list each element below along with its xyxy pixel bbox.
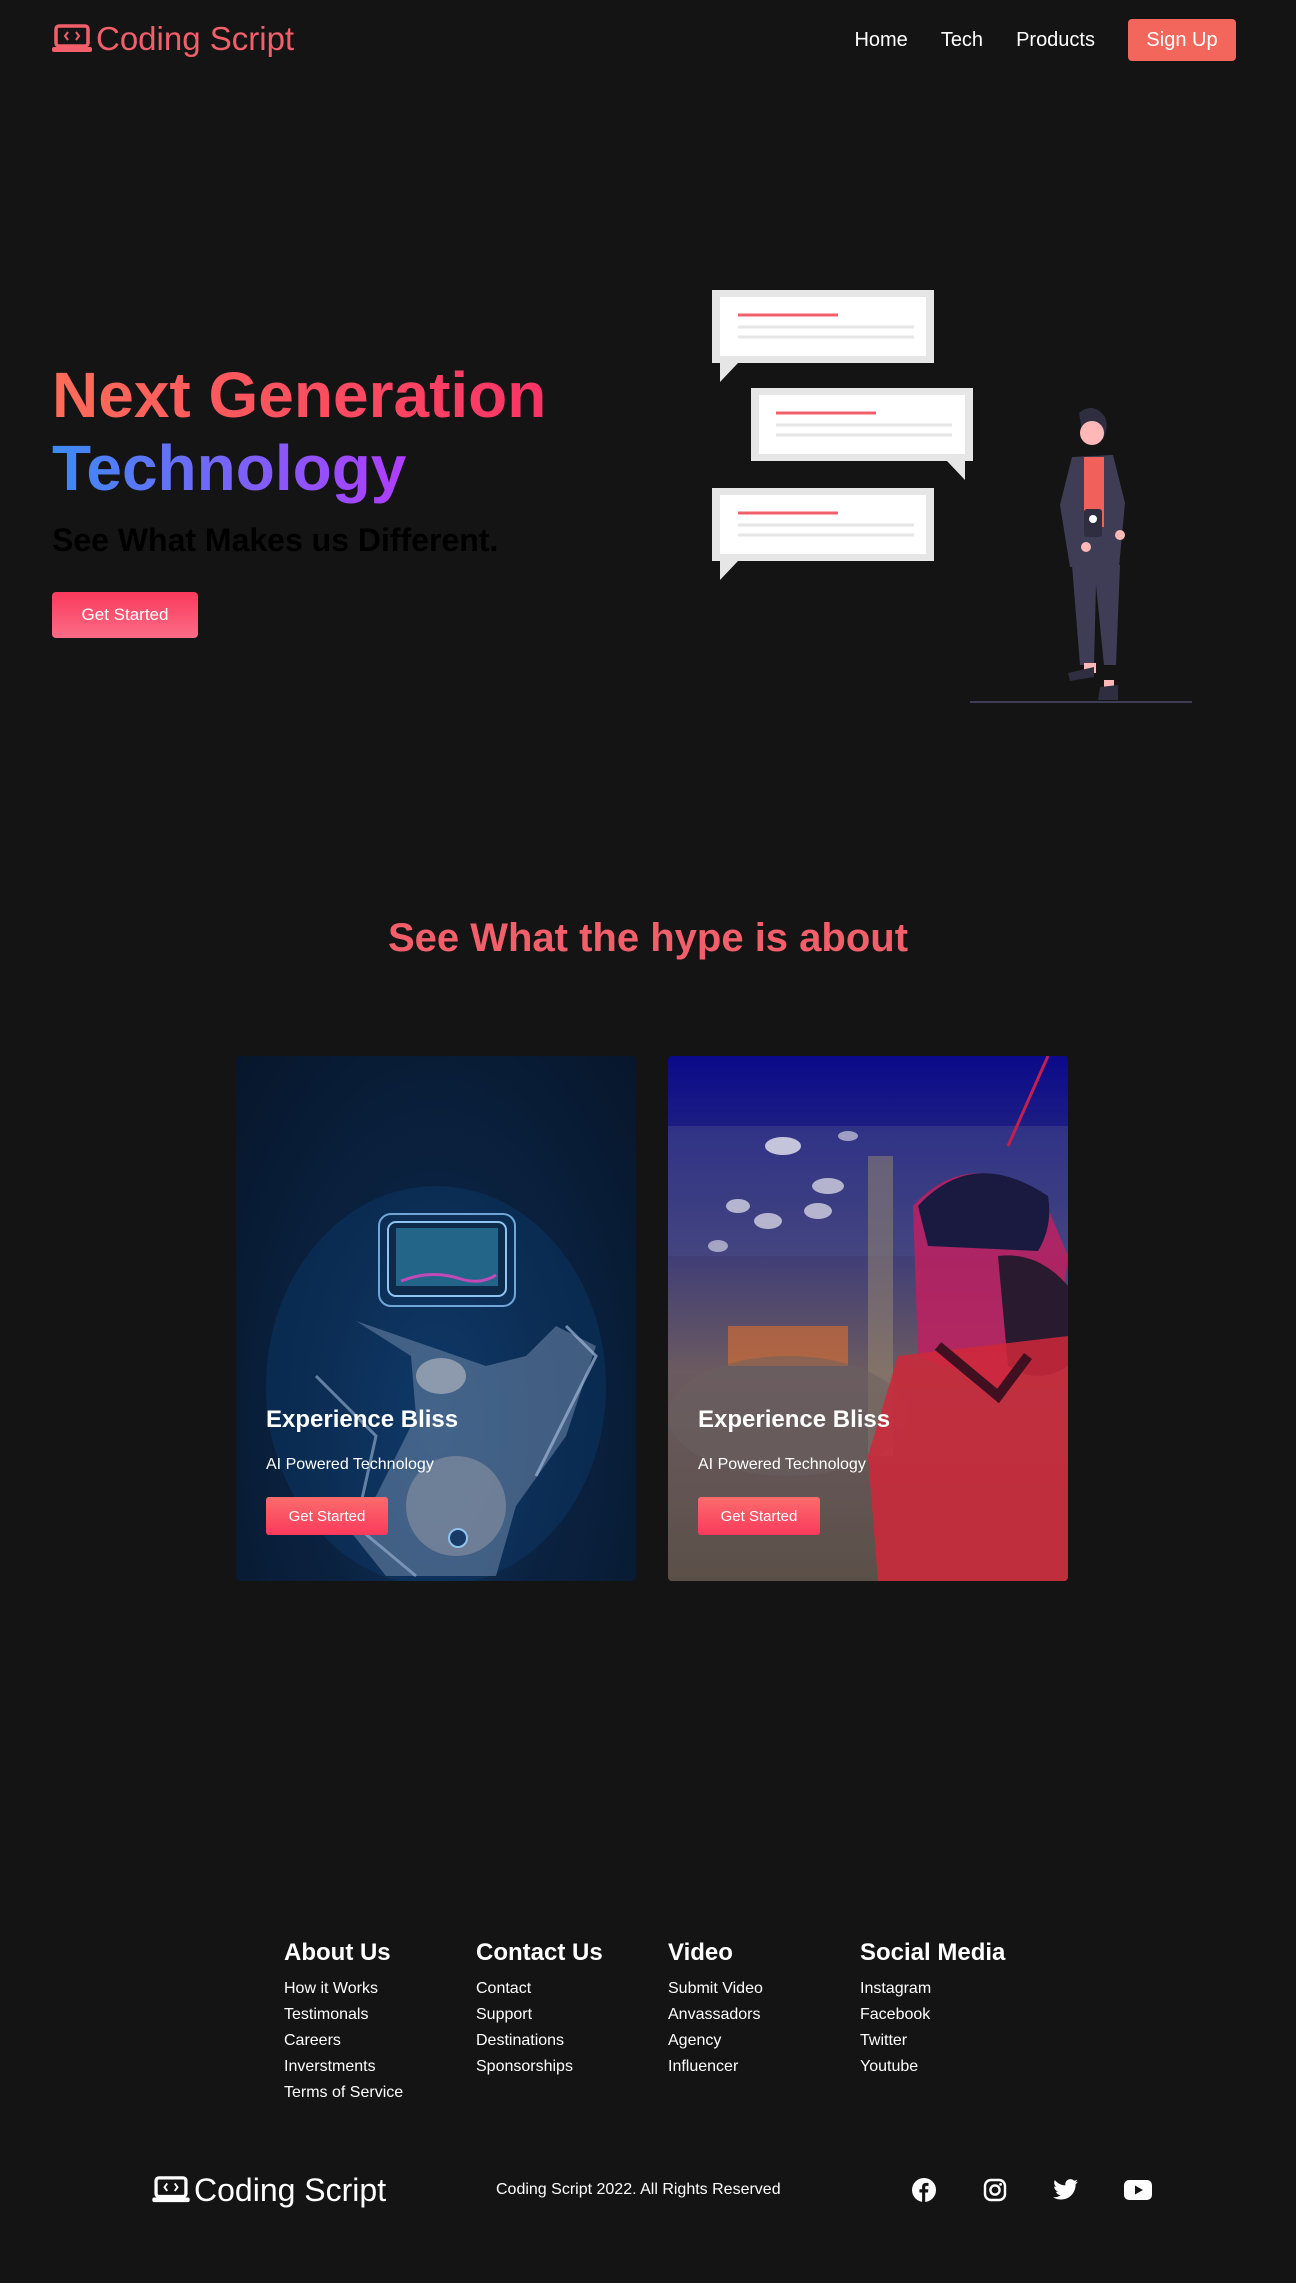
footer-link[interactable]: Influencer [668,2054,858,2080]
card-title: Experience Bliss [266,1406,459,1433]
footer-link[interactable]: Inverstments [284,2054,474,2080]
footer-link[interactable]: Support [476,2002,666,2028]
chat-person-illustration [712,290,1192,703]
footer-link[interactable]: Twitter [860,2028,1050,2054]
hero-title-line1: Next Generation [52,359,547,431]
footer-column-contact: Contact Us Contact Support Destinations … [476,1938,666,2080]
card-description: AI Powered Technology [698,1456,866,1473]
footer-link[interactable]: Agency [668,2028,858,2054]
footer-brand-name: Coding Script [194,2172,387,2208]
nav-menu: Home Tech Products Sign Up [821,19,1236,61]
footer-link[interactable]: How it Works [284,1976,474,2002]
footer-link[interactable]: Terms of Service [284,2080,474,2106]
feature-card-2: Experience Bliss AI Powered Technology G… [668,1056,1068,1581]
footer-link[interactable]: Youtube [860,2054,1050,2080]
top-navbar: Coding Script Home Tech Products Sign Up [0,0,1296,80]
footer-column-video: Video Submit Video Anvassadors Agency In… [668,1938,858,2080]
hero-get-started-button[interactable]: Get Started [52,592,198,638]
copyright-text: Coding Script 2022. All Rights Reserved [496,2181,781,2198]
section-title: See What the hype is about [387,916,909,960]
footer-heading: Video [668,1939,733,1966]
feature-card-1: Experience Bliss AI Powered Technology G… [236,1056,636,1581]
brand-logo[interactable]: Coding Script [52,18,294,60]
card-title: Experience Bliss [698,1406,891,1433]
brand-name: Coding Script [96,20,295,57]
footer-link[interactable]: Careers [284,2028,474,2054]
youtube-icon[interactable] [1123,2175,1153,2205]
footer-link[interactable]: Destinations [476,2028,666,2054]
footer-link[interactable]: Submit Video [668,1976,858,2002]
hero-subtitle: See What Makes us Different. [52,522,499,558]
footer-link[interactable]: Contact [476,1976,666,2002]
laptop-code-icon [152,2176,190,2203]
facebook-icon[interactable] [909,2175,939,2205]
footer-brand-logo[interactable]: Coding Script [152,2170,386,2210]
hero-title-line2: Technology [52,432,407,504]
footer-link[interactable]: Testimonals [284,2002,474,2028]
footer-heading: About Us [284,1939,391,1966]
card-get-started-button[interactable]: Get Started [266,1497,388,1535]
twitter-icon[interactable] [1051,2175,1081,2205]
footer-link[interactable]: Facebook [860,2002,1050,2028]
footer-column-about: About Us How it Works Testimonals Career… [284,1938,474,2106]
card-get-started-button[interactable]: Get Started [698,1497,820,1535]
footer-link[interactable]: Anvassadors [668,2002,858,2028]
footer-column-social: Social Media Instagram Facebook Twitter … [860,1938,1050,2080]
nav-products-link[interactable]: Products [1016,20,1095,60]
laptop-code-icon [52,24,92,52]
nav-tech-link[interactable]: Tech [941,20,983,60]
signup-button[interactable]: Sign Up [1128,19,1236,61]
card-description: AI Powered Technology [266,1456,434,1473]
footer-link[interactable]: Instagram [860,1976,1050,2002]
footer-heading: Contact Us [476,1939,603,1966]
footer-link[interactable]: Sponsorships [476,2054,666,2080]
footer-heading: Social Media [860,1939,1006,1966]
nav-home-link[interactable]: Home [854,20,907,60]
instagram-icon[interactable] [980,2175,1010,2205]
